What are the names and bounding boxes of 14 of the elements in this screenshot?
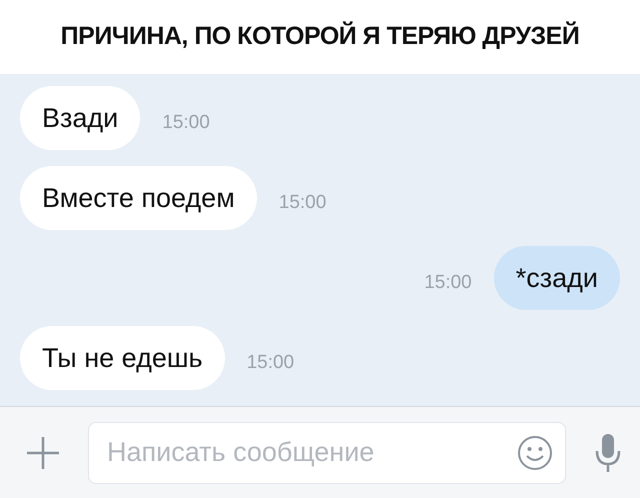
message-bubble: Вместе поедем bbox=[20, 166, 257, 230]
message-bubble: Ты не едешь bbox=[20, 326, 225, 390]
message-box[interactable]: Написать сообщение bbox=[88, 422, 566, 484]
message-time: 15:00 bbox=[162, 111, 210, 136]
message-time: 15:00 bbox=[424, 271, 472, 296]
microphone-icon[interactable] bbox=[594, 432, 622, 472]
smiley-icon[interactable] bbox=[517, 434, 553, 470]
plus-icon[interactable] bbox=[26, 436, 60, 470]
message-field[interactable]: Написать сообщение bbox=[105, 431, 517, 474]
message-bubble: *сзади bbox=[494, 246, 620, 310]
caption-text: ПРИЧИНА, ПО КОТОРОЙ Я ТЕРЯЮ ДРУЗЕЙ bbox=[60, 20, 580, 52]
message-bubble: Взади bbox=[20, 86, 140, 150]
message-time: 15:00 bbox=[246, 351, 294, 376]
message-time: 15:00 bbox=[278, 191, 326, 216]
